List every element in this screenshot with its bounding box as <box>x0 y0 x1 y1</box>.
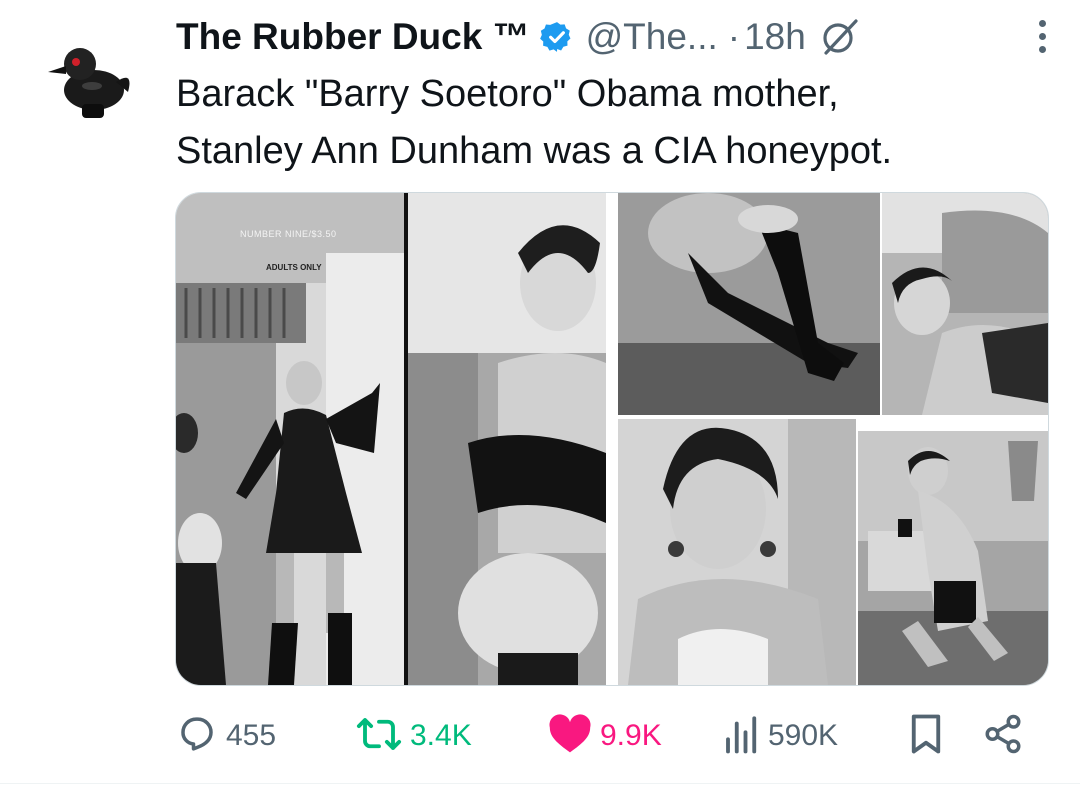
separator-dot: · <box>727 16 741 57</box>
repost-button[interactable]: 3.4K <box>356 708 472 764</box>
tweet-text-line-1: Barack "Barry Soetoro" Obama mother, <box>176 73 839 115</box>
photo-woman-gloves[interactable] <box>408 193 606 685</box>
reply-icon <box>176 713 218 760</box>
like-count: 9.9K <box>600 719 662 752</box>
bookmark-button[interactable] <box>908 708 944 764</box>
views-count: 590K <box>768 719 839 752</box>
author-name[interactable]: The Rubber Duck ™ <box>176 16 530 58</box>
share-button[interactable] <box>982 708 1024 764</box>
tweet-divider <box>0 783 1080 784</box>
media-collage[interactable]: NUMBER NINE/$3.50 ADULTS ONLY <box>175 192 1049 686</box>
grok-icon[interactable] <box>820 17 860 57</box>
photo-portrait-woman[interactable] <box>618 419 856 685</box>
heart-icon <box>548 713 592 760</box>
media-gap-vertical <box>856 419 858 685</box>
reply-count: 455 <box>226 719 277 752</box>
photo-living-room[interactable] <box>858 431 1048 685</box>
media-divider <box>404 193 408 685</box>
tweet-header: The Rubber Duck ™ @The... · 18h <box>176 12 1056 62</box>
rubber-duck-avatar-image <box>48 48 130 118</box>
reply-button[interactable]: 455 <box>176 708 276 764</box>
photo-boots[interactable] <box>618 193 880 415</box>
verified-badge-icon[interactable] <box>539 20 574 54</box>
views-button[interactable]: 590K <box>724 708 838 764</box>
timestamp[interactable]: 18h <box>744 16 806 58</box>
media-gap-horizontal <box>618 415 1048 419</box>
repost-icon <box>356 713 402 760</box>
author-handle[interactable]: @The... <box>586 16 718 58</box>
share-icon <box>982 713 1024 760</box>
media-gap-vertical-top <box>880 193 882 415</box>
magazine-cover-line: NUMBER NINE/$3.50 <box>240 229 337 239</box>
more-icon[interactable] <box>1039 20 1046 53</box>
views-icon <box>724 713 760 760</box>
tweet-text: Barack "Barry Soetoro" Obama mother, Sta… <box>176 66 1036 180</box>
media-gap <box>606 193 618 685</box>
photo-reclining-woman[interactable] <box>882 193 1048 415</box>
tweet-text-line-2: Stanley Ann Dunham was a CIA honeypot. <box>176 130 893 172</box>
photo-magazine-cover[interactable]: NUMBER NINE/$3.50 ADULTS ONLY <box>176 193 404 685</box>
avatar[interactable] <box>36 26 142 132</box>
magazine-tag: ADULTS ONLY <box>266 263 322 272</box>
bookmark-icon <box>908 713 944 760</box>
repost-count: 3.4K <box>410 719 472 752</box>
action-bar: 455 3.4K 9.9K 590K <box>176 708 1036 764</box>
like-button[interactable]: 9.9K <box>548 708 662 764</box>
